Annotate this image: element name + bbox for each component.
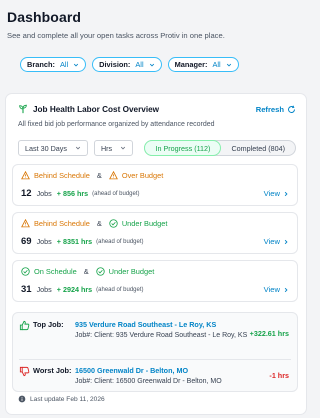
- worst-job-label: Worst Job:: [33, 366, 72, 375]
- last-update-text: Last update Feb 11, 2026: [30, 395, 105, 403]
- dollar-sprout-icon: [19, 104, 27, 114]
- tab-in-progress[interactable]: In Progress (112): [144, 140, 222, 156]
- worst-job-link[interactable]: 16500 Greenwald Dr - Belton, MO: [75, 366, 269, 375]
- top-job-label: Top Job:: [33, 320, 64, 329]
- divider: [19, 359, 291, 360]
- manager-filter[interactable]: Manager: All: [167, 57, 239, 72]
- ampersand: &: [83, 267, 89, 276]
- chevron-right-icon: [284, 239, 288, 244]
- view-button[interactable]: View: [264, 189, 289, 198]
- budget-label: Over Budget: [121, 171, 164, 180]
- page-title: Dashboard: [7, 9, 82, 25]
- hours-note: (ahead of budget): [96, 238, 144, 245]
- hours-note: (ahead of budget): [92, 190, 140, 197]
- worst-job-value: -1 hrs: [269, 371, 289, 380]
- view-button[interactable]: View: [264, 237, 289, 246]
- top-job-link[interactable]: 935 Verdure Road Southeast - Le Roy, KS: [75, 320, 250, 329]
- top-worst-jobs: Top Job: 935 Verdure Road Southeast - Le…: [12, 312, 298, 392]
- chevron-down-icon: [226, 63, 231, 67]
- ampersand: &: [96, 171, 102, 180]
- budget-label: Under Budget: [121, 219, 168, 228]
- worst-job-row: Worst Job: 16500 Greenwald Dr - Belton, …: [19, 366, 289, 386]
- thumbs-up-icon: [19, 320, 30, 331]
- hours-value: + 8351 hrs: [56, 237, 93, 246]
- job-count: 12: [21, 188, 32, 199]
- stat-behind-under: Behind Schedule & Under Budget 69 Jobs +…: [12, 212, 298, 254]
- card-description: All fixed bid job performance organized …: [18, 121, 215, 128]
- refresh-label: Refresh: [255, 104, 284, 114]
- period-select-value: Last 30 Days: [25, 143, 67, 153]
- top-job-row: Top Job: 935 Verdure Road Southeast - Le…: [19, 320, 289, 340]
- check-circle-icon: [96, 267, 105, 276]
- stat-behind-over: Behind Schedule & Over Budget 12 Jobs + …: [12, 164, 298, 206]
- branch-filter-label: Branch:: [27, 60, 55, 69]
- check-circle-icon: [21, 267, 30, 276]
- hours-value: + 2924 hrs: [56, 285, 93, 294]
- manager-filter-label: Manager:: [174, 60, 208, 69]
- warning-icon: [108, 171, 118, 180]
- view-label: View: [263, 237, 280, 246]
- card-title: Job Health Labor Cost Overview: [33, 104, 160, 114]
- branch-filter[interactable]: Branch: All: [20, 57, 87, 72]
- status-label: On Schedule: [34, 267, 77, 276]
- job-count: 31: [21, 284, 32, 295]
- job-count: 69: [21, 236, 32, 247]
- top-job-value: +322.61 hrs: [249, 329, 289, 338]
- hours-note: (ahead of budget): [96, 286, 144, 293]
- check-circle-icon: [109, 219, 118, 228]
- refresh-button[interactable]: Refresh: [256, 105, 296, 114]
- worst-job-detail: Job#: Client: 16500 Greenwald Dr - Belto…: [75, 378, 222, 385]
- warning-icon: [21, 171, 30, 180]
- view-button[interactable]: View: [264, 285, 289, 294]
- info-icon: [18, 395, 26, 403]
- status-label: Behind Schedule: [34, 171, 90, 180]
- status-label: Behind Schedule: [34, 219, 90, 228]
- hours-value: + 856 hrs: [56, 189, 89, 198]
- last-update: Last update Feb 11, 2026: [18, 395, 105, 403]
- job-health-card: Job Health Labor Cost Overview Refresh A…: [6, 94, 306, 414]
- top-job-detail: Job#: Client: 935 Verdure Road Southeast…: [75, 332, 248, 339]
- division-filter[interactable]: Division: All: [92, 57, 162, 72]
- page-subtitle: See and complete all your open tasks acr…: [7, 31, 225, 40]
- chevron-down-icon: [121, 146, 126, 150]
- jobs-label: Jobs: [36, 189, 52, 198]
- filter-bar: Branch: All Division: All Manager: All: [0, 57, 310, 72]
- jobs-label: Jobs: [36, 237, 52, 246]
- warning-icon: [21, 219, 30, 228]
- period-select[interactable]: Last 30 Days: [18, 140, 88, 156]
- view-label: View: [263, 189, 280, 198]
- unit-select-value: Hrs: [100, 143, 113, 153]
- manager-filter-value: All: [212, 60, 221, 69]
- division-filter-value: All: [135, 60, 144, 69]
- jobs-label: Jobs: [36, 285, 52, 294]
- chevron-down-icon: [74, 63, 79, 67]
- chevron-down-icon: [149, 63, 154, 67]
- chevron-right-icon: [284, 191, 288, 196]
- view-label: View: [263, 285, 280, 294]
- tab-completed[interactable]: Completed (804): [221, 141, 295, 155]
- chevron-down-icon: [75, 146, 81, 150]
- ampersand: &: [96, 219, 102, 228]
- division-filter-label: Division:: [99, 60, 131, 69]
- budget-label: Under Budget: [108, 267, 155, 276]
- chevron-right-icon: [284, 287, 288, 292]
- unit-select[interactable]: Hrs: [93, 140, 134, 156]
- page-header: Dashboard See and complete all your open…: [0, 0, 310, 40]
- stat-on-under: On Schedule & Under Budget 31 Jobs + 292…: [12, 260, 298, 302]
- status-toggle: In Progress (112) Completed (804): [144, 140, 296, 156]
- thumbs-down-icon: [19, 366, 30, 377]
- refresh-icon: [288, 105, 295, 113]
- branch-filter-value: All: [59, 60, 69, 69]
